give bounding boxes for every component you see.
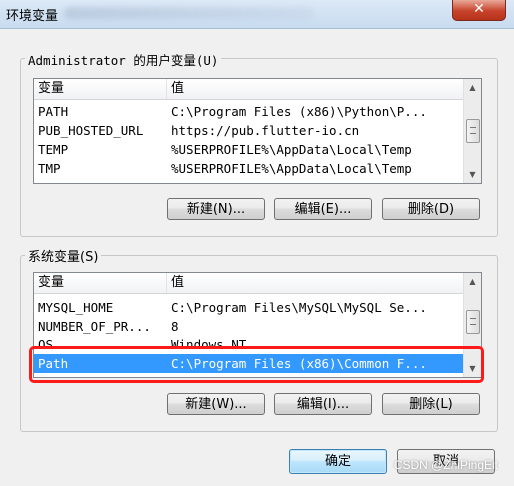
column-header-value[interactable]: 值 [167, 273, 184, 293]
column-header-value[interactable]: 值 [167, 79, 184, 99]
user-new-button[interactable]: 新建(N)... [167, 198, 265, 220]
variable-name: PUB_HOSTED_URL [38, 123, 144, 138]
variable-value: %USERPROFILE%\AppData\Local\Temp [171, 161, 412, 176]
close-button[interactable]: ✕ [452, 0, 506, 21]
column-header-variable[interactable]: 变量 [34, 79, 167, 99]
scroll-up-arrow-icon[interactable]: ▲ [464, 79, 481, 96]
ok-button[interactable]: 确定 [289, 449, 387, 474]
variable-name: MYSQL_HOME [38, 300, 114, 315]
user-variables-list[interactable]: 变量 值 PATH C:\Program Files (x86)\Python\… [33, 78, 482, 184]
scroll-up-arrow-icon[interactable]: ▲ [464, 273, 481, 290]
user-list-scrollbar[interactable]: ▲ ▼ [463, 79, 481, 183]
scroll-thumb[interactable] [466, 310, 480, 334]
list-item[interactable]: MYSQL_HOME C:\Program Files\MySQL\MySQL … [34, 298, 463, 317]
list-item[interactable]: TEMP %USERPROFILE%\AppData\Local\Temp [34, 140, 463, 159]
title-bar: 环境变量 ✕ [0, 0, 514, 29]
variable-value: %USERPROFILE%\AppData\Local\Temp [171, 142, 412, 157]
system-list-header: 变量 值 [34, 273, 463, 294]
user-delete-button[interactable]: 删除(D) [382, 198, 480, 220]
user-variables-label: Administrator 的用户变量(U) [25, 50, 222, 69]
window-title: 环境变量 [6, 9, 59, 24]
blurred-title-area [64, 7, 314, 19]
scroll-thumb[interactable] [466, 119, 480, 143]
list-item[interactable]: PATH C:\Program Files (x86)\Python\P... [34, 102, 463, 121]
user-list-header: 变量 值 [34, 79, 463, 100]
variable-name: TEMP [38, 142, 69, 157]
list-item[interactable]: PUB_HOSTED_URL https://pub.flutter-io.cn [34, 121, 463, 140]
variable-value: C:\Program Files (x86)\Python\P... [171, 104, 427, 119]
watermark: CSDN @ZhiPingEit [393, 458, 498, 472]
system-edit-button[interactable]: 编辑(I)... [274, 393, 372, 415]
column-header-variable[interactable]: 变量 [34, 273, 167, 293]
scroll-down-arrow-icon[interactable]: ▼ [464, 166, 481, 183]
variable-value: C:\Program Files\MySQL\MySQL Se... [171, 300, 427, 315]
variable-name: PATH [38, 104, 69, 119]
variable-name: NUMBER_OF_PR... [38, 319, 151, 334]
variable-name: TMP [38, 161, 61, 176]
red-highlight-box [29, 346, 484, 383]
list-item[interactable]: TMP %USERPROFILE%\AppData\Local\Temp [34, 159, 463, 178]
user-edit-button[interactable]: 编辑(E)... [274, 198, 372, 220]
variable-value: https://pub.flutter-io.cn [171, 123, 360, 138]
system-new-button[interactable]: 新建(W)... [167, 393, 265, 415]
system-variables-label: 系统变量(S) [25, 246, 102, 265]
list-item[interactable]: NUMBER_OF_PR... 8 [34, 317, 463, 336]
system-delete-button[interactable]: 删除(L) [382, 393, 480, 415]
variable-value: 8 [171, 319, 179, 334]
